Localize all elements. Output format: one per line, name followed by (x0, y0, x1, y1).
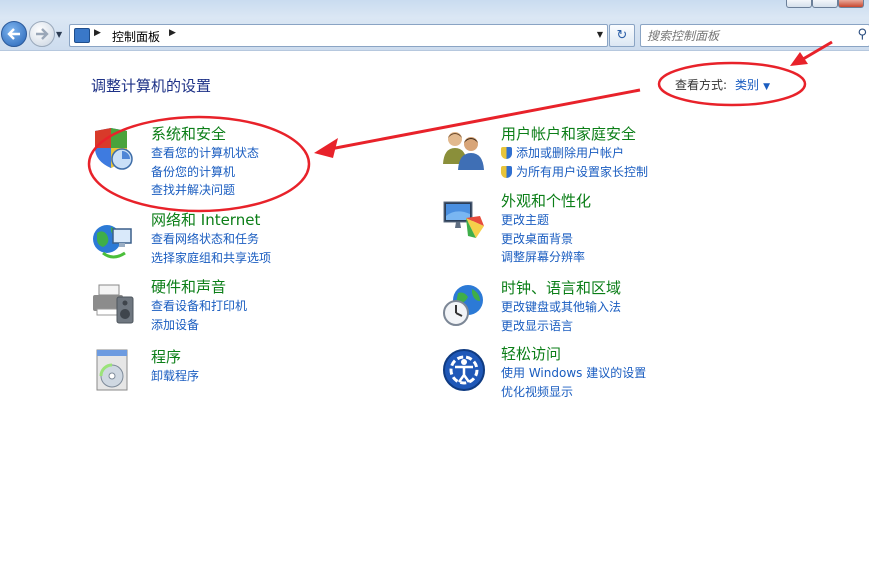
minimize-button[interactable] (786, 0, 812, 8)
link-change-input-method[interactable]: 更改键盘或其他输入法 (501, 298, 621, 317)
search-box[interactable]: ⚲ (640, 24, 869, 47)
category-clock-language: 时钟、语言和区域 更改键盘或其他输入法 更改显示语言 (501, 279, 621, 335)
category-title[interactable]: 硬件和声音 (151, 278, 247, 297)
category-programs: 程序 卸载程序 (151, 348, 199, 386)
view-by-value[interactable]: 类别 (735, 78, 759, 92)
back-button[interactable] (1, 21, 27, 47)
link-optimize-visual-display[interactable]: 优化视频显示 (501, 383, 646, 402)
link-desktop-background[interactable]: 更改桌面背景 (501, 230, 591, 249)
breadcrumb-separator-icon[interactable]: ▶ (94, 28, 101, 38)
navigation-bar: ▼ ▶ 控制面板 ▶ ▼ ↻ ⚲ (0, 18, 869, 51)
forward-button[interactable] (29, 21, 55, 47)
link-devices-printers[interactable]: 查看设备和打印机 (151, 297, 247, 316)
category-title[interactable]: 网络和 Internet (151, 211, 271, 230)
link-windows-recommended-settings[interactable]: 使用 Windows 建议的设置 (501, 364, 646, 383)
category-title[interactable]: 轻松访问 (501, 345, 646, 364)
page-title: 调整计算机的设置 (91, 77, 212, 95)
category-system-security: 系统和安全 查看您的计算机状态 备份您的计算机 查找并解决问题 (151, 125, 259, 200)
globe-network-icon[interactable] (91, 217, 135, 261)
clock-globe-icon[interactable] (442, 283, 486, 327)
uac-shield-icon (501, 147, 512, 159)
monitor-palette-icon[interactable] (442, 196, 486, 240)
program-disk-icon[interactable] (91, 348, 135, 392)
link-backup-computer[interactable]: 备份您的计算机 (151, 163, 259, 182)
breadcrumb-separator-icon[interactable]: ▶ (169, 28, 176, 38)
view-by-selector[interactable]: 查看方式: 类别 ▼ (675, 76, 770, 93)
address-bar[interactable]: ▶ 控制面板 ▶ ▼ (69, 24, 608, 47)
link-network-status[interactable]: 查看网络状态和任务 (151, 230, 271, 249)
link-display-language[interactable]: 更改显示语言 (501, 317, 621, 336)
link-uninstall-program[interactable]: 卸载程序 (151, 367, 199, 386)
chevron-down-icon[interactable]: ▼ (763, 82, 770, 92)
link-change-theme[interactable]: 更改主题 (501, 211, 591, 230)
arrowhead-icon (314, 138, 338, 158)
close-button[interactable] (838, 0, 864, 8)
printer-speaker-icon[interactable] (91, 281, 135, 325)
category-title[interactable]: 程序 (151, 348, 199, 367)
category-hardware-sound: 硬件和声音 查看设备和打印机 添加设备 (151, 278, 247, 334)
category-appearance: 外观和个性化 更改主题 更改桌面背景 调整屏幕分辨率 (501, 192, 591, 267)
search-input[interactable] (645, 26, 849, 46)
back-arrow-icon (7, 28, 20, 40)
breadcrumb-control-panel[interactable]: 控制面板 (112, 28, 160, 45)
address-dropdown-icon[interactable]: ▼ (597, 30, 603, 39)
control-panel-icon (74, 28, 90, 43)
maximize-button[interactable] (812, 0, 838, 8)
link-troubleshoot[interactable]: 查找并解决问题 (151, 181, 259, 200)
recent-pages-dropdown[interactable]: ▼ (56, 30, 62, 39)
refresh-button[interactable]: ↻ (609, 24, 635, 47)
link-add-device[interactable]: 添加设备 (151, 316, 247, 335)
ease-of-access-icon[interactable] (442, 348, 486, 392)
refresh-icon: ↻ (616, 28, 628, 43)
category-ease-of-access: 轻松访问 使用 Windows 建议的设置 优化视频显示 (501, 345, 646, 401)
uac-shield-icon (501, 165, 512, 178)
shield-computer-icon[interactable] (91, 127, 135, 171)
category-title[interactable]: 用户帐户和家庭安全 (501, 125, 648, 144)
view-by-label: 查看方式: (675, 78, 728, 92)
link-homegroup-sharing[interactable]: 选择家庭组和共享选项 (151, 249, 271, 268)
category-user-accounts: 用户帐户和家庭安全 添加或删除用户帐户 为所有用户设置家长控制 (501, 125, 648, 181)
category-title[interactable]: 外观和个性化 (501, 192, 591, 211)
category-title[interactable]: 系统和安全 (151, 125, 259, 144)
window-title-bar (0, 0, 869, 18)
category-network-internet: 网络和 Internet 查看网络状态和任务 选择家庭组和共享选项 (151, 211, 271, 267)
link-add-remove-users[interactable]: 添加或删除用户帐户 (501, 144, 648, 163)
search-icon[interactable]: ⚲ (857, 27, 867, 42)
link-screen-resolution[interactable]: 调整屏幕分辨率 (501, 248, 591, 267)
users-icon[interactable] (442, 128, 486, 172)
forward-arrow-icon (36, 28, 49, 40)
category-title[interactable]: 时钟、语言和区域 (501, 279, 621, 298)
arrowhead-icon (790, 52, 808, 66)
link-view-computer-status[interactable]: 查看您的计算机状态 (151, 144, 259, 163)
link-parental-controls[interactable]: 为所有用户设置家长控制 (501, 163, 648, 182)
